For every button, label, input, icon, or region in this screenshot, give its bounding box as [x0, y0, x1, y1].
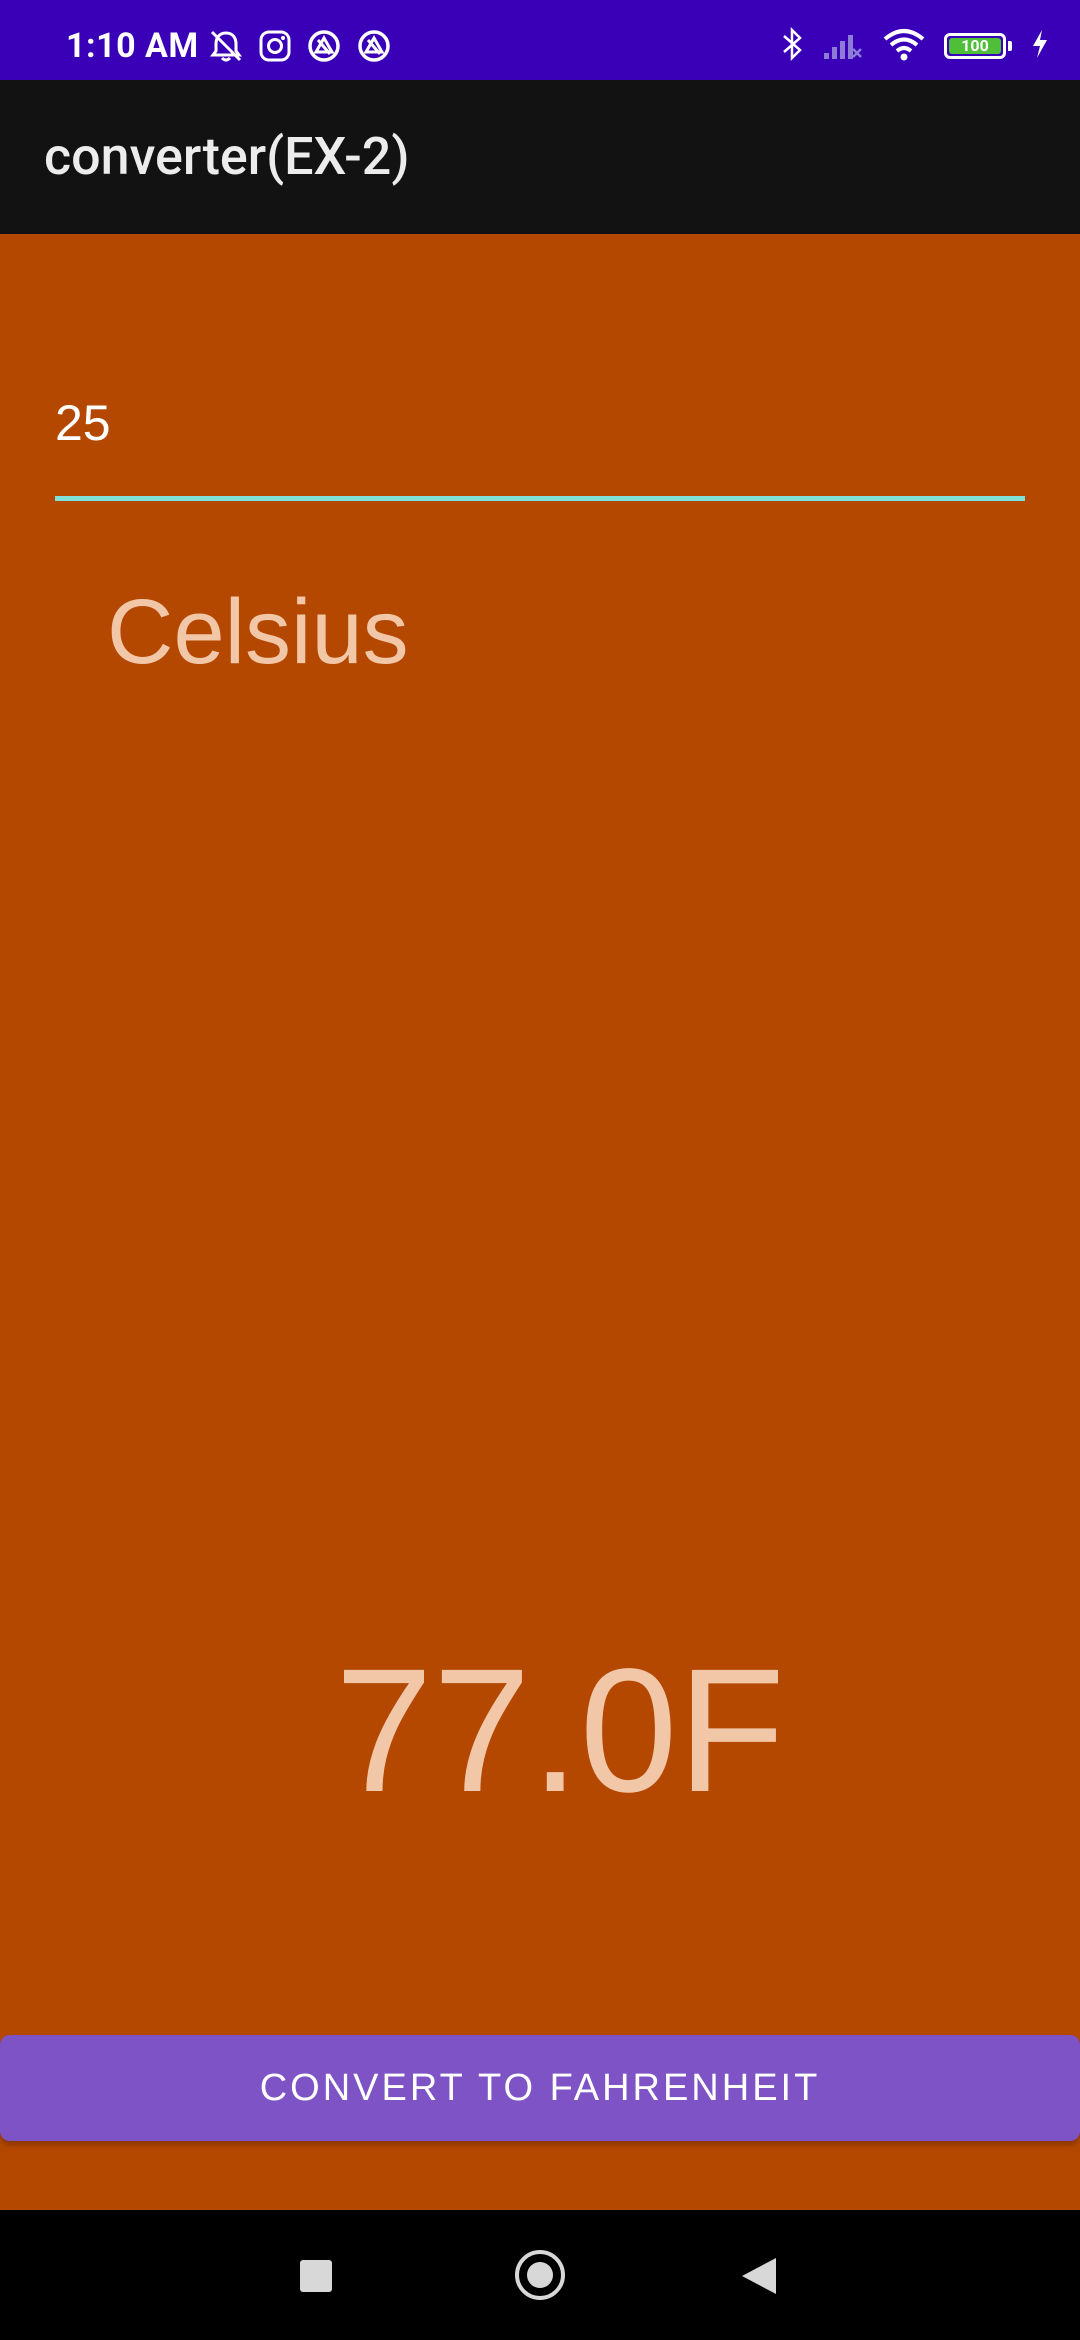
system-icons: 100	[780, 26, 1050, 66]
result-text: 77.0F	[334, 1633, 786, 1829]
battery-level: 100	[949, 38, 1001, 54]
app-notification-icon	[306, 28, 342, 68]
wifi-icon	[882, 27, 926, 65]
status-time: 1:10 AM	[66, 26, 199, 66]
app-title: converter(EX-2)	[44, 126, 410, 187]
home-button[interactable]	[515, 2250, 565, 2300]
app-screen: 1:10 AM 100 converter(EX-2) 25 Celsius 7…	[0, 0, 1080, 2340]
home-icon	[527, 2262, 553, 2288]
navigation-bar	[0, 2210, 1080, 2340]
celsius-input-field	[55, 370, 1025, 505]
back-button[interactable]	[742, 2258, 776, 2294]
notification-icons	[208, 28, 392, 68]
app-notification-icon	[356, 28, 392, 68]
battery-icon: 100	[944, 33, 1012, 59]
instagram-icon	[258, 29, 292, 67]
bluetooth-icon	[780, 26, 804, 66]
input-underline	[55, 496, 1025, 501]
status-bar: 1:10 AM 100	[0, 0, 1080, 80]
muted-bell-icon	[208, 29, 244, 67]
recent-apps-button[interactable]	[300, 2260, 332, 2292]
unit-label: Celsius	[107, 581, 409, 683]
cellular-signal-off-icon	[822, 27, 864, 65]
convert-button[interactable]: CONVERT TO FAHRENHEIT	[0, 2035, 1080, 2141]
app-bar: converter(EX-2)	[0, 80, 1080, 234]
charging-bolt-icon	[1030, 28, 1050, 64]
celsius-input[interactable]	[55, 370, 1025, 475]
